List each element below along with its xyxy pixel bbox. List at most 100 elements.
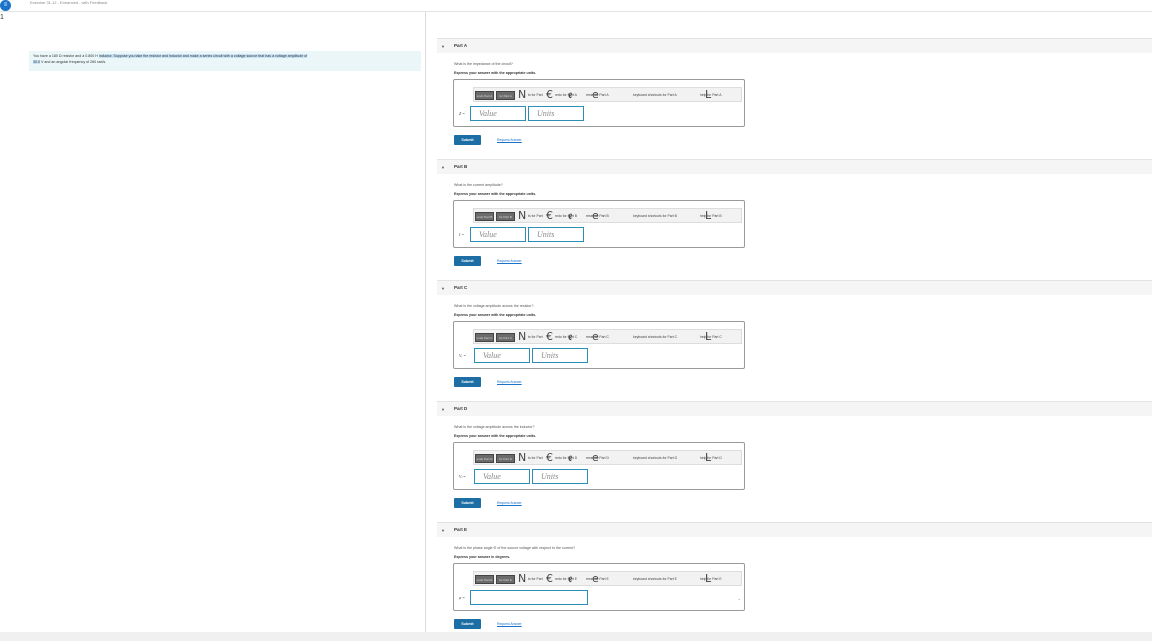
toolbar-label: ts for Part xyxy=(528,577,543,581)
value-input[interactable]: Value xyxy=(474,469,530,484)
undo-icon[interactable]: € xyxy=(546,331,553,343)
math-toolbar: undo Part B for Part B N ts for Part € r… xyxy=(473,208,742,223)
vector-icon[interactable]: N xyxy=(518,89,526,101)
redo-icon[interactable]: ꬲ xyxy=(568,89,573,101)
collapse-triangle-icon[interactable]: ▼ xyxy=(441,286,445,291)
collapse-triangle-icon[interactable]: ▼ xyxy=(441,528,445,533)
toolbar-label: redo for Part C xyxy=(555,335,578,339)
undo-icon[interactable]: € xyxy=(546,452,553,464)
toolbar-label: reset for Part C xyxy=(586,335,609,339)
part-a: ▼ Part A What is the impedance of the ci… xyxy=(437,38,1152,145)
part-e-header[interactable]: ▼ Part E xyxy=(437,522,1152,537)
chevron-down-icon[interactable]: ⌄ xyxy=(738,596,741,601)
submit-button[interactable]: Submit xyxy=(454,619,481,629)
problem-text-end: V and an angular frequency of 260 rad/s. xyxy=(40,60,107,64)
variable-label: Z = xyxy=(459,111,465,116)
question-text: What is the voltage amplitude across the… xyxy=(454,425,535,429)
symbols-button[interactable]: for Part A xyxy=(496,91,515,100)
vector-icon[interactable]: N xyxy=(518,210,526,222)
symbols-button[interactable]: for Part C xyxy=(496,333,515,342)
variable-label: Vᵣ = xyxy=(459,353,467,358)
degrees-input[interactable] xyxy=(470,590,588,605)
symbols-button[interactable]: for Part B xyxy=(496,212,515,221)
toolbar-label: reset for Part B xyxy=(586,214,609,218)
toolbar-label: redo for Part D xyxy=(555,456,578,460)
templates-button[interactable]: undo Part D xyxy=(475,454,494,463)
redo-icon[interactable]: ꬲ xyxy=(568,573,573,585)
collapse-triangle-icon[interactable]: ▼ xyxy=(441,44,445,49)
templates-button[interactable]: undo Part B xyxy=(475,212,494,221)
symbols-button[interactable]: for Part E xyxy=(496,575,515,584)
keyboard-shortcuts-link[interactable]: keyboard shortcuts for Part B xyxy=(633,214,677,218)
request-answer-link[interactable]: Request Answer xyxy=(497,501,522,505)
request-answer-link[interactable]: Request Answer xyxy=(497,259,522,263)
help-link[interactable]: help for Part B xyxy=(700,214,722,218)
instruction-text: Express your answer with the appropriate… xyxy=(454,192,537,196)
toolbar-label: redo for Part B xyxy=(555,214,578,218)
units-input[interactable]: Units xyxy=(528,227,584,242)
request-answer-link[interactable]: Request Answer xyxy=(497,138,522,142)
redo-icon[interactable]: ꬲ xyxy=(568,452,573,464)
keyboard-shortcuts-link[interactable]: keyboard shortcuts for Part D xyxy=(633,456,677,460)
math-toolbar: undo Part E for Part E N ts for Part € r… xyxy=(473,571,742,586)
request-answer-link[interactable]: Request Answer xyxy=(497,622,522,626)
collapse-triangle-icon[interactable]: ▼ xyxy=(441,407,445,412)
problem-text-highlight: inductor. Suppose you take the resistor … xyxy=(98,54,308,58)
redo-icon[interactable]: ꬲ xyxy=(568,210,573,222)
units-input[interactable]: Units xyxy=(528,106,584,121)
question-text: What is the phase angle Φ of the source … xyxy=(454,546,576,550)
answer-box: undo Part C for Part C N ts for Part € r… xyxy=(453,321,745,369)
collapse-triangle-icon[interactable]: ▼ xyxy=(441,165,445,170)
undo-icon[interactable]: € xyxy=(546,89,553,101)
part-d-header[interactable]: ▼ Part D xyxy=(437,401,1152,416)
toolbar-label: redo for Part A xyxy=(555,93,577,97)
answer-box: undo Part E for Part E N ts for Part € r… xyxy=(453,563,745,611)
vector-icon[interactable]: N xyxy=(518,573,526,585)
vector-icon[interactable]: N xyxy=(518,452,526,464)
request-answer-link[interactable]: Request Answer xyxy=(497,380,522,384)
submit-button[interactable]: Submit xyxy=(454,377,481,387)
toolbar-label: reset for Part A xyxy=(586,93,609,97)
problem-statement: You have a 180 Ω resistor and a 0.800 H … xyxy=(29,51,421,71)
question-text: What is the current amplitude? xyxy=(454,183,503,187)
templates-button[interactable]: undo Part A xyxy=(475,91,494,100)
help-link[interactable]: help for Part C xyxy=(700,335,722,339)
variable-label: φ = xyxy=(459,595,465,600)
vector-icon[interactable]: N xyxy=(518,331,526,343)
part-a-header[interactable]: ▼ Part A xyxy=(437,38,1152,53)
symbols-button[interactable]: for Part D xyxy=(496,454,515,463)
part-title: Part C xyxy=(454,285,468,290)
help-link[interactable]: help for Part A xyxy=(700,93,722,97)
units-input[interactable]: Units xyxy=(532,469,588,484)
answer-box: undo Part A for Part A N ts for Part € r… xyxy=(453,79,745,127)
keyboard-shortcuts-link[interactable]: keyboard shortcuts for Part C xyxy=(633,335,677,339)
value-input[interactable]: Value xyxy=(470,106,526,121)
answer-box: undo Part B for Part B N ts for Part € r… xyxy=(453,200,745,248)
part-c: ▼ Part C What is the voltage amplitude a… xyxy=(437,280,1152,387)
instruction-text: Express your answer with the appropriate… xyxy=(454,313,537,317)
keyboard-shortcuts-link[interactable]: keyboard shortcuts for Part E xyxy=(633,577,677,581)
undo-icon[interactable]: € xyxy=(546,210,553,222)
templates-button[interactable]: undo Part C xyxy=(475,333,494,342)
menu-icon[interactable]: ≡ xyxy=(0,0,11,11)
part-b-header[interactable]: ▼ Part B xyxy=(437,159,1152,174)
toolbar-label: ts for Part xyxy=(528,456,543,460)
submit-button[interactable]: Submit xyxy=(454,135,481,145)
submit-button[interactable]: Submit xyxy=(454,498,481,508)
undo-icon[interactable]: € xyxy=(546,573,553,585)
value-input[interactable]: Value xyxy=(474,348,530,363)
toolbar-label: ts for Part xyxy=(528,335,543,339)
help-link[interactable]: help for Part E xyxy=(700,577,722,581)
math-toolbar: undo Part C for Part C N ts for Part € r… xyxy=(473,329,742,344)
part-c-header[interactable]: ▼ Part C xyxy=(437,280,1152,295)
math-toolbar: undo Part D for Part D N ts for Part € r… xyxy=(473,450,742,465)
redo-icon[interactable]: ꬲ xyxy=(568,331,573,343)
keyboard-shortcuts-link[interactable]: keyboard shortcuts for Part A xyxy=(633,93,677,97)
help-link[interactable]: help for Part D xyxy=(700,456,722,460)
templates-button[interactable]: undo Part E xyxy=(475,575,494,584)
problem-text-start: You have a 180 Ω resistor and a 0.800 H xyxy=(33,54,99,58)
part-title: Part B xyxy=(454,164,468,169)
submit-button[interactable]: Submit xyxy=(454,256,481,266)
value-input[interactable]: Value xyxy=(470,227,526,242)
units-input[interactable]: Units xyxy=(532,348,588,363)
